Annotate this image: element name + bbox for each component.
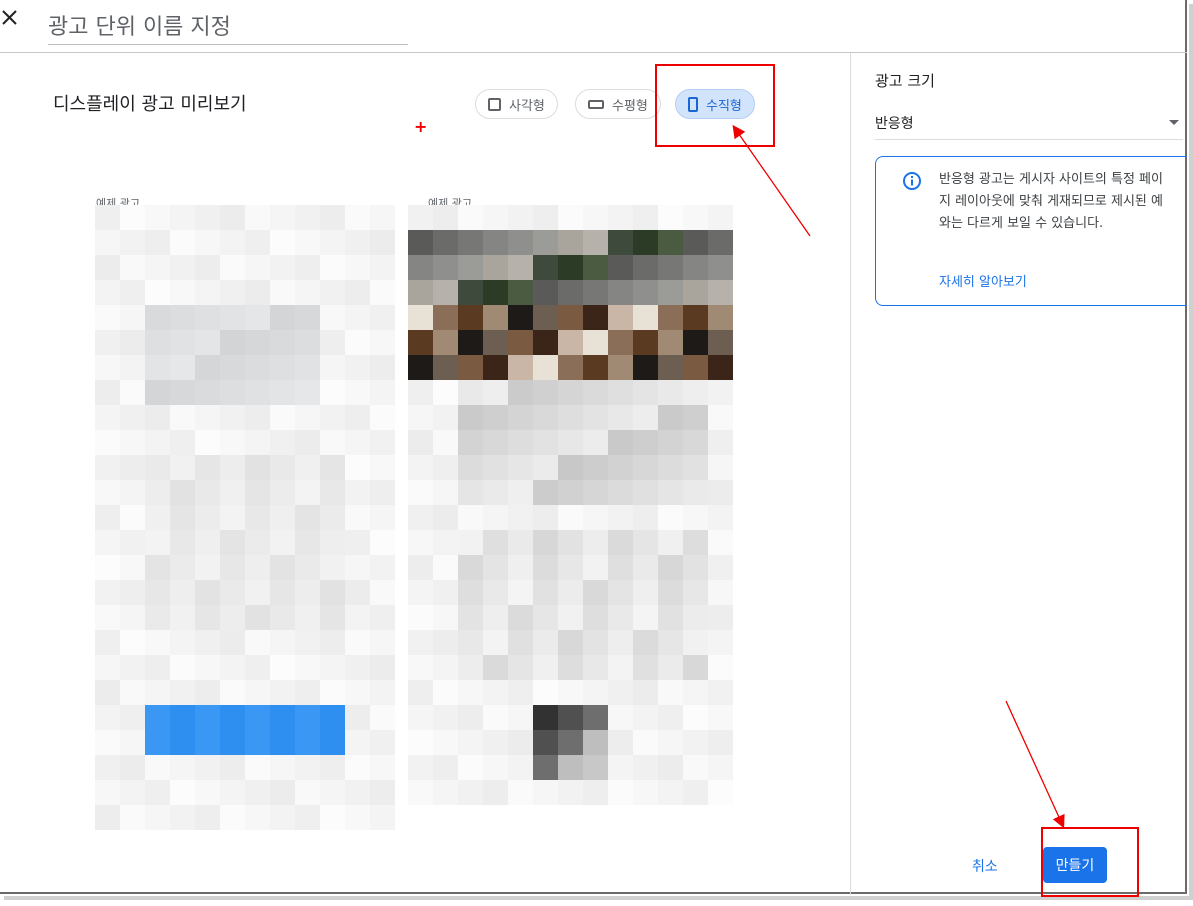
window-shadow [4,896,1193,900]
info-text: 반응형 광고는 게시자 사이트의 특정 페이지 레이아웃에 맞춰 게재되므로 제… [939,172,1163,231]
ad-size-value: 반응형 [875,116,914,132]
shape-chip-label: 사각형 [509,98,545,114]
dropdown-arrow-icon [1169,120,1179,125]
sample-ad-preview [95,205,395,830]
cancel-button[interactable]: 취소 [966,852,1004,880]
sample-ad-preview [408,205,733,805]
panel-divider [850,53,851,895]
create-button[interactable]: 만들기 [1043,847,1107,883]
info-card: 반응형 광고는 게시자 사이트의 특정 페이지 레이아웃에 맞춰 게재되므로 제… [875,156,1187,306]
close-icon[interactable] [0,8,20,28]
ad-size-select[interactable]: 반응형 [875,108,1183,140]
learn-more-link[interactable]: 자세히 알아보기 [939,271,1027,290]
info-icon [902,171,922,191]
cursor-marker: + [414,117,428,136]
horizontal-rect-icon [588,99,604,109]
ad-unit-name-input[interactable] [48,10,408,45]
header-divider [0,52,1187,53]
shape-chip-horizontal[interactable]: 수평형 [575,89,661,119]
preview-title: 디스플레이 광고 미리보기 [53,94,247,115]
shape-chip-label: 수평형 [612,98,648,114]
annotation-box [655,64,775,147]
window-shadow [1189,4,1193,900]
shape-chip-square[interactable]: 사각형 [475,89,558,119]
ad-size-title: 광고 크기 [875,72,935,90]
square-icon [488,97,501,111]
